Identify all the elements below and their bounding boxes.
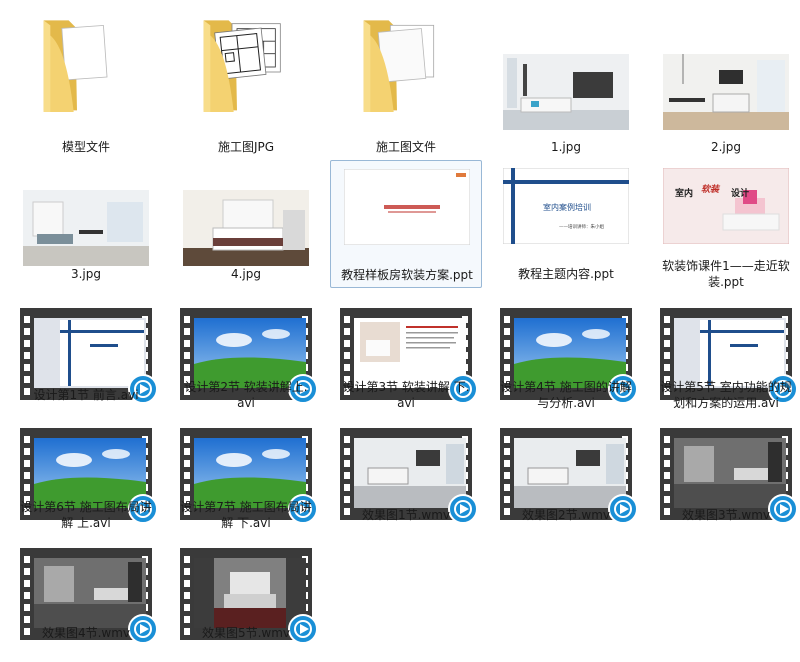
file-name-label: 效果图2节.wmv <box>521 508 611 522</box>
file-name-label: 效果图4节.wmv <box>41 626 131 640</box>
file-name-label: 模型文件 <box>61 140 110 154</box>
file-name-label: 设计第3节 软装讲解 下. avi <box>330 379 482 411</box>
file-item[interactable]: 3.jpg <box>10 162 162 282</box>
file-item[interactable]: 设计第7节 施工图布局讲解 下.avi <box>170 422 322 542</box>
file-item[interactable]: 室内 软装 设计软装饰课件1——走近软 装.ppt <box>650 162 800 289</box>
file-item[interactable]: 设计第5节 室内功能的规 划和方案的运用.avi <box>650 302 800 422</box>
file-name-line: 设计第6节 施工图布局讲 <box>20 500 152 514</box>
file-name-label: 3.jpg <box>70 267 102 281</box>
file-name-label: 效果图3节.wmv <box>681 508 771 522</box>
file-name-label: 4.jpg <box>230 267 262 281</box>
file-name-line: 设计第3节 软装讲解 下. <box>342 380 470 394</box>
file-name-line: 设计第5节 室内功能的规 <box>660 380 792 394</box>
file-item[interactable]: 设计第1节 前言.avi <box>10 302 162 422</box>
file-name-label: 设计第6节 施工图布局讲解 上.avi <box>10 499 162 531</box>
file-name-line: 设计第4节 施工图的讲解 <box>500 380 632 394</box>
file-name-line: avi <box>397 396 415 410</box>
file-item[interactable]: 效果图5节.wmv <box>170 542 322 662</box>
image-thumbnail <box>23 190 149 266</box>
file-item[interactable]: 2.jpg <box>650 2 800 154</box>
file-name-line: 装.ppt <box>708 275 744 289</box>
file-name-label: 1.jpg <box>550 140 582 154</box>
image-thumbnail <box>183 190 309 266</box>
file-name-line: avi <box>237 396 255 410</box>
slide-title-c: 设计 <box>731 187 749 199</box>
file-name-label: 教程样板房软装方案.ppt <box>341 268 473 282</box>
file-name-line: 设计第2节 软装讲解上. <box>184 380 308 394</box>
file-item[interactable]: 效果图4节.wmv <box>10 542 162 662</box>
ppt-thumbnail: 室内 软装 设计 <box>663 168 789 244</box>
ppt-thumbnail <box>344 169 470 245</box>
file-name-label: 效果图1节.wmv <box>361 508 451 522</box>
file-name-line: 解 下.avi <box>221 516 271 530</box>
file-name-label: 设计第4节 施工图的讲解 与分析.avi <box>490 379 642 411</box>
file-item[interactable]: 施工图文件 <box>330 2 482 154</box>
file-name-line: 解 上.avi <box>61 516 111 530</box>
file-name-label: 设计第2节 软装讲解上. avi <box>170 379 322 411</box>
file-name-label: 设计第7节 施工图布局讲解 下.avi <box>170 499 322 531</box>
file-name-label: 软装饰课件1——走近软 装.ppt <box>650 258 800 290</box>
slide-title-a: 室内 <box>675 187 693 199</box>
file-item[interactable]: 设计第6节 施工图布局讲解 上.avi <box>10 422 162 542</box>
file-item[interactable]: 效果图1节.wmv <box>330 422 482 542</box>
file-name-label: 设计第5节 室内功能的规 划和方案的运用.avi <box>650 379 800 411</box>
file-item[interactable]: 室内案例培训 ——培训讲师：朱小姐教程主题内容.ppt <box>490 162 642 282</box>
file-item[interactable]: 1.jpg <box>490 2 642 154</box>
file-name-label: 施工图文件 <box>375 140 436 154</box>
file-name-line: 与分析.avi <box>537 396 595 410</box>
file-item[interactable]: 设计第2节 软装讲解上. avi <box>170 302 322 422</box>
image-thumbnail <box>663 54 789 130</box>
file-item[interactable]: 设计第4节 施工图的讲解 与分析.avi <box>490 302 642 422</box>
file-name-line: 设计第7节 施工图布局讲 <box>180 500 312 514</box>
file-item[interactable]: 4.jpg <box>170 162 322 282</box>
slide-title: 室内案例培训 <box>543 202 591 212</box>
slide-title-b: 软装 <box>701 184 721 195</box>
file-item[interactable]: 模型文件 <box>10 2 162 154</box>
file-name-line: 划和方案的运用.avi <box>673 396 779 410</box>
folder-icon <box>352 2 452 122</box>
file-name-label: 效果图5节.wmv <box>201 626 291 640</box>
folder-icon <box>32 2 132 122</box>
file-item[interactable]: 教程样板房软装方案.ppt <box>330 160 482 288</box>
file-item[interactable]: 设计第3节 软装讲解 下. avi <box>330 302 482 422</box>
file-name-label: 2.jpg <box>710 140 742 154</box>
file-name-label: 施工图JPG <box>217 140 275 154</box>
image-thumbnail <box>503 54 629 130</box>
file-item[interactable]: 效果图2节.wmv <box>490 422 642 542</box>
file-item[interactable]: 效果图3节.wmv <box>650 422 800 542</box>
ppt-thumbnail: 室内案例培训 ——培训讲师：朱小姐 <box>503 168 629 244</box>
file-name-label: 设计第1节 前言.avi <box>33 388 139 402</box>
file-name-line: 软装饰课件1——走近软 <box>662 259 790 273</box>
file-item[interactable]: 施工图JPG <box>170 2 322 154</box>
folder-icon <box>192 2 292 122</box>
slide-subtitle: ——培训讲师：朱小姐 <box>559 223 604 230</box>
file-name-label: 教程主题内容.ppt <box>518 267 614 281</box>
